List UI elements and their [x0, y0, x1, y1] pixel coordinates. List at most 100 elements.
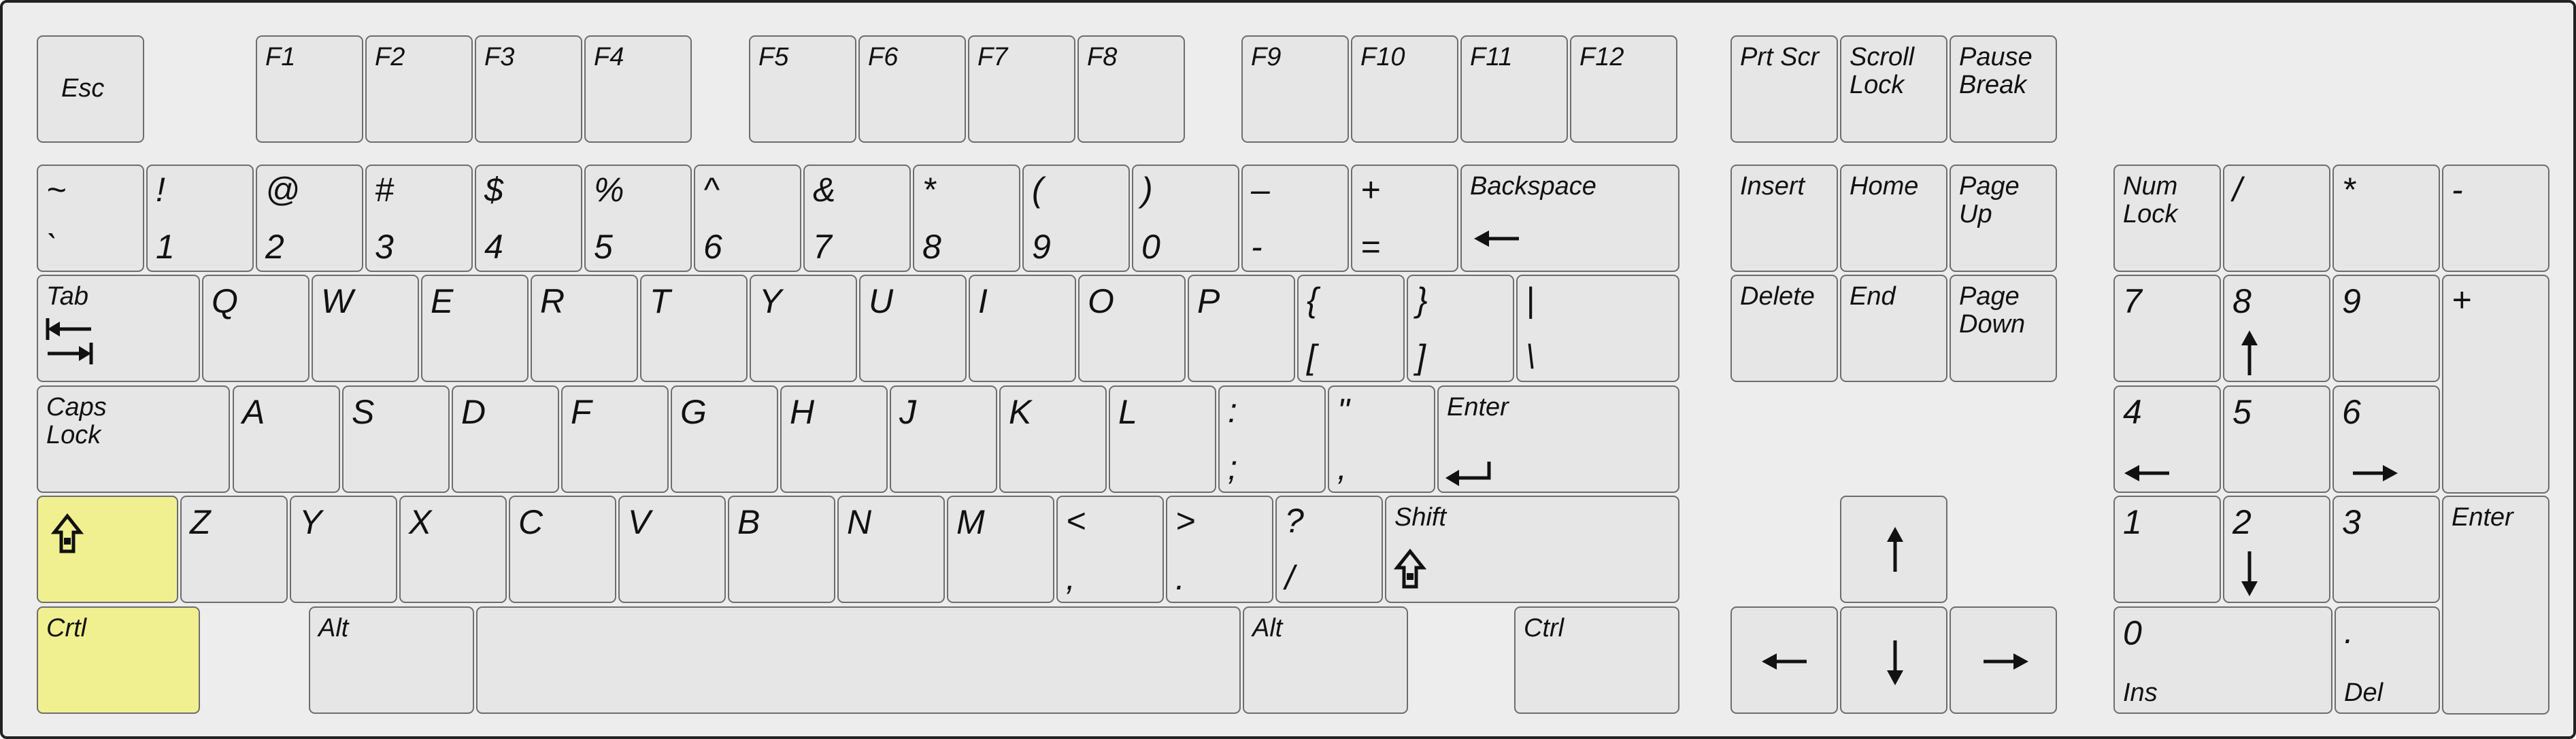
key-numenter[interactable]: Enter: [2442, 496, 2549, 715]
key-lbracket[interactable]: {[: [1297, 275, 1405, 382]
key-num3[interactable]: 3: [2332, 496, 2440, 603]
key-right[interactable]: [1950, 606, 2057, 714]
key-8[interactable]: * 8: [913, 165, 1020, 272]
key-z[interactable]: Z: [180, 496, 288, 603]
key-num7[interactable]: 7: [2113, 275, 2221, 382]
key-backslash[interactable]: | \: [1516, 275, 1679, 382]
key-2[interactable]: @2: [256, 165, 363, 272]
key-f1[interactable]: F1: [256, 35, 363, 143]
key-rctrl[interactable]: Ctrl: [1514, 606, 1679, 714]
key-num6[interactable]: 6: [2332, 385, 2440, 493]
key-o[interactable]: O: [1078, 275, 1186, 382]
key-c[interactable]: X: [399, 496, 507, 603]
key-f4[interactable]: F4: [584, 35, 692, 143]
key-x[interactable]: Y: [290, 496, 397, 603]
key-k[interactable]: K: [999, 385, 1107, 493]
key-f3[interactable]: F3: [475, 35, 582, 143]
key-minus[interactable]: – -: [1241, 165, 1349, 272]
key-7[interactable]: & 7: [803, 165, 911, 272]
key-insert[interactable]: Insert: [1730, 165, 1838, 272]
key-f2[interactable]: F2: [365, 35, 473, 143]
key-end[interactable]: End: [1840, 275, 1947, 382]
key-d[interactable]: D: [452, 385, 559, 493]
key-numminus[interactable]: -: [2442, 165, 2549, 272]
key-p[interactable]: P: [1188, 275, 1295, 382]
key-f6[interactable]: F6: [858, 35, 966, 143]
key-num9[interactable]: 9: [2332, 275, 2440, 382]
key-numdot[interactable]: . Del: [2335, 606, 2440, 714]
key-i[interactable]: I: [969, 275, 1076, 382]
key-a[interactable]: A: [233, 385, 340, 493]
key-lctrl[interactable]: Crtl: [37, 606, 200, 714]
key-y[interactable]: Y: [750, 275, 857, 382]
key-delete[interactable]: Delete: [1730, 275, 1838, 382]
key-g[interactable]: G: [671, 385, 778, 493]
key-j[interactable]: J: [890, 385, 997, 493]
key-h[interactable]: H: [780, 385, 888, 493]
key-capslock[interactable]: Caps Lock: [37, 385, 230, 493]
key-5[interactable]: % 5: [584, 165, 692, 272]
key-down[interactable]: [1840, 606, 1947, 714]
key-b[interactable]: V: [618, 496, 726, 603]
key-period[interactable]: >.: [1166, 496, 1273, 603]
key-num1[interactable]: 1: [2113, 496, 2221, 603]
key-f[interactable]: F: [561, 385, 669, 493]
key-numstar[interactable]: *: [2332, 165, 2440, 272]
key-pageup[interactable]: Page Up: [1950, 165, 2057, 272]
key-rshift[interactable]: Shift: [1385, 496, 1679, 603]
key-0[interactable]: ) 0: [1132, 165, 1239, 272]
key-left[interactable]: [1730, 606, 1838, 714]
key-ralt[interactable]: Alt: [1243, 606, 1408, 714]
key-tab[interactable]: Tab: [37, 275, 200, 382]
key-r[interactable]: R: [531, 275, 638, 382]
key-comma[interactable]: <,: [1056, 496, 1164, 603]
key-m[interactable]: N: [837, 496, 945, 603]
key-up[interactable]: [1840, 496, 1947, 603]
key-s[interactable]: S: [342, 385, 450, 493]
key-numlock[interactable]: Num Lock: [2113, 165, 2221, 272]
key-4[interactable]: $4: [475, 165, 582, 272]
key-num8[interactable]: 8: [2223, 275, 2330, 382]
key-l[interactable]: L: [1109, 385, 1216, 493]
key-3[interactable]: #3: [365, 165, 473, 272]
key-f9[interactable]: F9: [1241, 35, 1349, 143]
key-f10[interactable]: F10: [1351, 35, 1458, 143]
key-v[interactable]: C: [509, 496, 616, 603]
key-numslash[interactable]: /: [2223, 165, 2330, 272]
key-lalt[interactable]: Alt: [309, 606, 474, 714]
key-1[interactable]: ! 1: [146, 165, 254, 272]
key-semicolon[interactable]: :;: [1218, 385, 1326, 493]
key-num0[interactable]: 0 Ins: [2113, 606, 2332, 714]
key-quote[interactable]: ",: [1328, 385, 1435, 493]
key-w[interactable]: W: [312, 275, 419, 382]
key-prtscr[interactable]: Prt Scr: [1730, 35, 1838, 143]
key-f7[interactable]: F7: [968, 35, 1075, 143]
key-num5[interactable]: 5: [2223, 385, 2330, 493]
key-f5[interactable]: F5: [749, 35, 856, 143]
key-enter[interactable]: Enter: [1437, 385, 1679, 493]
key-t[interactable]: T: [640, 275, 748, 382]
key-lshift[interactable]: [37, 496, 178, 603]
key-numplus[interactable]: +: [2442, 275, 2549, 494]
key-scrolllock[interactable]: Scroll Lock: [1840, 35, 1947, 143]
key-equals[interactable]: + =: [1351, 165, 1458, 272]
key-home[interactable]: Home: [1840, 165, 1947, 272]
key-mm[interactable]: M: [947, 496, 1054, 603]
key-u[interactable]: U: [859, 275, 967, 382]
key-f12[interactable]: F12: [1570, 35, 1677, 143]
key-num2[interactable]: 2: [2223, 496, 2330, 603]
key-tilde[interactable]: ~ `: [37, 165, 144, 272]
key-6[interactable]: ^ 6: [694, 165, 801, 272]
key-f8[interactable]: F8: [1077, 35, 1185, 143]
key-e[interactable]: E: [421, 275, 529, 382]
key-q[interactable]: Q: [202, 275, 310, 382]
key-9[interactable]: (9: [1022, 165, 1130, 272]
key-n[interactable]: B: [728, 496, 835, 603]
key-f11[interactable]: F11: [1460, 35, 1568, 143]
key-slash[interactable]: ? /: [1275, 496, 1383, 603]
key-space[interactable]: [476, 606, 1241, 714]
key-backspace[interactable]: Backspace: [1460, 165, 1679, 272]
key-pausebreak[interactable]: Pause Break: [1950, 35, 2057, 143]
key-rbracket[interactable]: }]: [1407, 275, 1514, 382]
key-pagedown[interactable]: Page Down: [1950, 275, 2057, 382]
